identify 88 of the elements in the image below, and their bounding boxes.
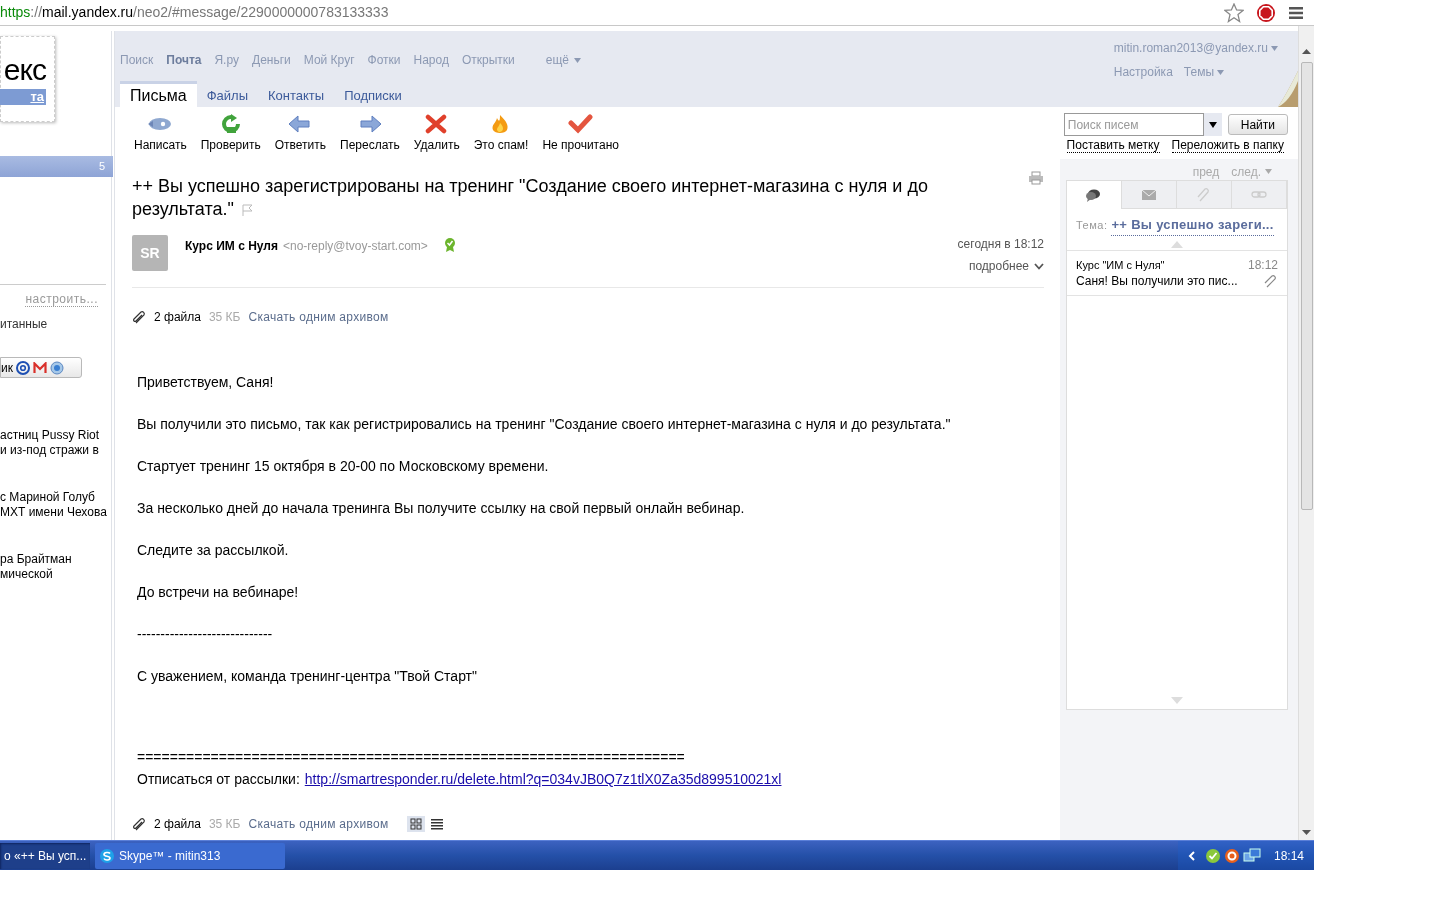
caret-icon: [574, 57, 581, 63]
paperclip-icon: [132, 310, 146, 324]
menu-icon: [1288, 5, 1304, 20]
body-paragraph: За несколько дней до начала тренинга Вы получите ссылку на свой первый онлайн вебинар.: [137, 499, 746, 518]
address-bar-url[interactable]: https://mail.yandex.ru/neo2/#message/2290000000783133333: [0, 2, 1224, 23]
message-date: сегодня в 18:12: [957, 236, 1044, 253]
message-subject: ++ Вы успешно зарегистрированы на тренинг "Создание своего интернет-магазина с нуля и до результата.": [132, 175, 929, 221]
tab[interactable]: Файлы: [196, 84, 258, 108]
panel-tab[interactable]: [1067, 181, 1122, 209]
body-paragraph: ===================================================================: [137, 748, 686, 767]
topic-link[interactable]: ++ Вы успешно зареги...: [1111, 215, 1274, 236]
sender-email: <no-reply@tvoy-start.com>: [282, 238, 428, 255]
action-link[interactable]: Поставить метку: [1066, 138, 1160, 153]
globe-icon: [49, 360, 64, 375]
s-logo-icon: [99, 847, 115, 864]
tab[interactable]: Подписки: [334, 84, 412, 108]
check-mark-icon: [567, 114, 594, 134]
folder-item[interactable]: итанные: [0, 316, 111, 332]
bookmark-star-icon: [1224, 2, 1244, 23]
m-letter-icon: [32, 361, 47, 374]
scroll-down-arrow-icon: [1302, 830, 1311, 836]
body-paragraph: С уважением, команда тренинг-центра "Твой Старт": [137, 667, 478, 686]
thread-snippet: Саня! Вы получили это пис...: [1076, 272, 1238, 289]
sender-avatar: SR: [132, 235, 168, 271]
news-item[interactable]: ра Брайтман мической: [0, 552, 111, 582]
attachment-count[interactable]: 2 файла: [154, 308, 201, 326]
details-link[interactable]: подробнее: [968, 257, 1044, 275]
at-sign-icon: [15, 360, 30, 375]
toolbar-button[interactable]: Не прочитано: [535, 114, 626, 154]
search-field[interactable]: Поиск писем: [1063, 113, 1204, 136]
toolbar-button[interactable]: Ответить: [267, 114, 333, 154]
scrollbar[interactable]: [1298, 26, 1314, 840]
topic-label: Тема:: [1076, 218, 1108, 233]
scroll-down-triangle-icon: [1171, 697, 1183, 704]
scroll-up-triangle-icon: [1171, 240, 1183, 248]
sender-name[interactable]: Курс ИМ с Нуля: [185, 237, 278, 255]
attachment-size: 35 КБ: [208, 309, 241, 326]
scrollbar-thumb[interactable]: [1300, 62, 1313, 510]
body-paragraph: Следите за рассылкой.: [137, 541, 290, 560]
ring-icon: [1223, 847, 1240, 864]
body-paragraph: Вы получили это письмо, так как регистрировались на тренинг "Создание своего интернет-магазина с нуля и до результата.": [137, 415, 952, 434]
grid-view-icon: [406, 816, 425, 832]
taskbar-window-button[interactable]: о «++ Вы усп...: [0, 842, 90, 869]
tab[interactable]: Контакты: [258, 84, 335, 108]
network-computers-icon: [1242, 847, 1261, 864]
verified-badge-icon: [442, 237, 457, 253]
thread-sender: Курс "ИМ с Нуля": [1076, 257, 1165, 273]
list-view-icon: [430, 818, 443, 830]
download-archive-link[interactable]: Скачать одним архивом: [248, 815, 389, 833]
scroll-up-arrow-icon: [1302, 48, 1311, 54]
toolbar-button[interactable]: Проверить: [193, 114, 268, 154]
clock: 18:14: [1273, 847, 1304, 865]
attachment-count[interactable]: 2 файла: [154, 815, 201, 833]
logo-text: екс: [3, 53, 46, 87]
thread-time: 18:12: [1247, 256, 1278, 273]
attachment-size: 35 КБ: [208, 816, 241, 833]
body-paragraph: Стартует тренинг 15 октября в 20-00 по Московскому времени.: [137, 457, 550, 476]
toolbar-button[interactable]: Переслать: [333, 114, 407, 154]
toolbar-button[interactable]: Удалить: [406, 114, 467, 154]
body-paragraph: Приветствуем, Саня!: [137, 373, 275, 392]
unsubscribe-label: Отписаться от рассылки:: [137, 770, 300, 789]
body-paragraph: До встречи на вебинаре!: [137, 583, 300, 602]
caret-icon: [1217, 69, 1225, 75]
body-paragraph: -----------------------------: [137, 625, 274, 644]
toolbar-button[interactable]: Это спам!: [466, 114, 536, 154]
paperclip-icon: [132, 817, 146, 831]
paperclip-icon: [1264, 273, 1278, 288]
check-bubble-icon: [1204, 847, 1221, 864]
caret-icon: [1265, 169, 1272, 174]
toolbar-button[interactable]: Написать: [127, 114, 194, 154]
taskbar-window-button[interactable]: Skype™ - mitin313: [95, 842, 285, 869]
stop-sign-icon: [1256, 2, 1276, 23]
action-link[interactable]: Переложить в папку: [1171, 138, 1284, 153]
news-item[interactable]: с Мариной Голуб МХТ имени Чехова: [0, 490, 111, 520]
flag-icon: [240, 204, 253, 217]
print-icon: [1028, 171, 1044, 185]
chevron-left-icon: [1187, 850, 1196, 861]
unread-count: 5: [98, 159, 105, 175]
news-item[interactable]: астниц Pussy Riot и из-под стражи в: [0, 428, 111, 458]
tab[interactable]: Письма: [120, 81, 197, 108]
unsubscribe-link[interactable]: http://smartresponder.ru/delete.html?q=034vJB0Q7z1tlX0Za35d899510021xl: [304, 769, 782, 790]
caret-icon: [1271, 45, 1278, 51]
download-archive-link[interactable]: Скачать одним архивом: [248, 308, 389, 326]
find-button[interactable]: Найти: [1227, 114, 1288, 135]
caret-icon: [1208, 121, 1217, 128]
mail-import-button[interactable]: ик: [0, 357, 82, 378]
page-curl-drawing: [1276, 71, 1298, 107]
chevron-down-icon: [1034, 262, 1044, 270]
